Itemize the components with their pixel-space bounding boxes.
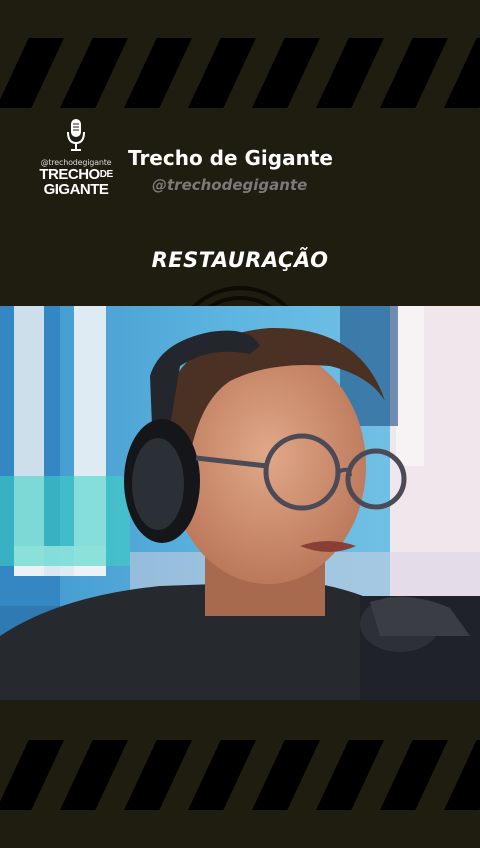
hazard-stripe-top	[0, 38, 480, 108]
brand-logo: @trechodegigante TRECHODE GIGANTE	[38, 118, 114, 210]
episode-title: RESTAURAÇÃO	[151, 248, 329, 272]
logo-wordmark-line2: GIGANTE	[43, 181, 109, 198]
hazard-stripe-bottom	[0, 740, 480, 810]
microphone-icon	[67, 119, 85, 151]
video-player[interactable]	[0, 306, 480, 700]
logo-wordmark-line1: TRECHODE	[39, 166, 113, 183]
video-frame-image	[0, 306, 480, 700]
channel-handle[interactable]: @trechodegigante	[152, 176, 307, 194]
channel-name[interactable]: Trecho de Gigante	[128, 146, 333, 170]
top-margin	[0, 0, 480, 38]
